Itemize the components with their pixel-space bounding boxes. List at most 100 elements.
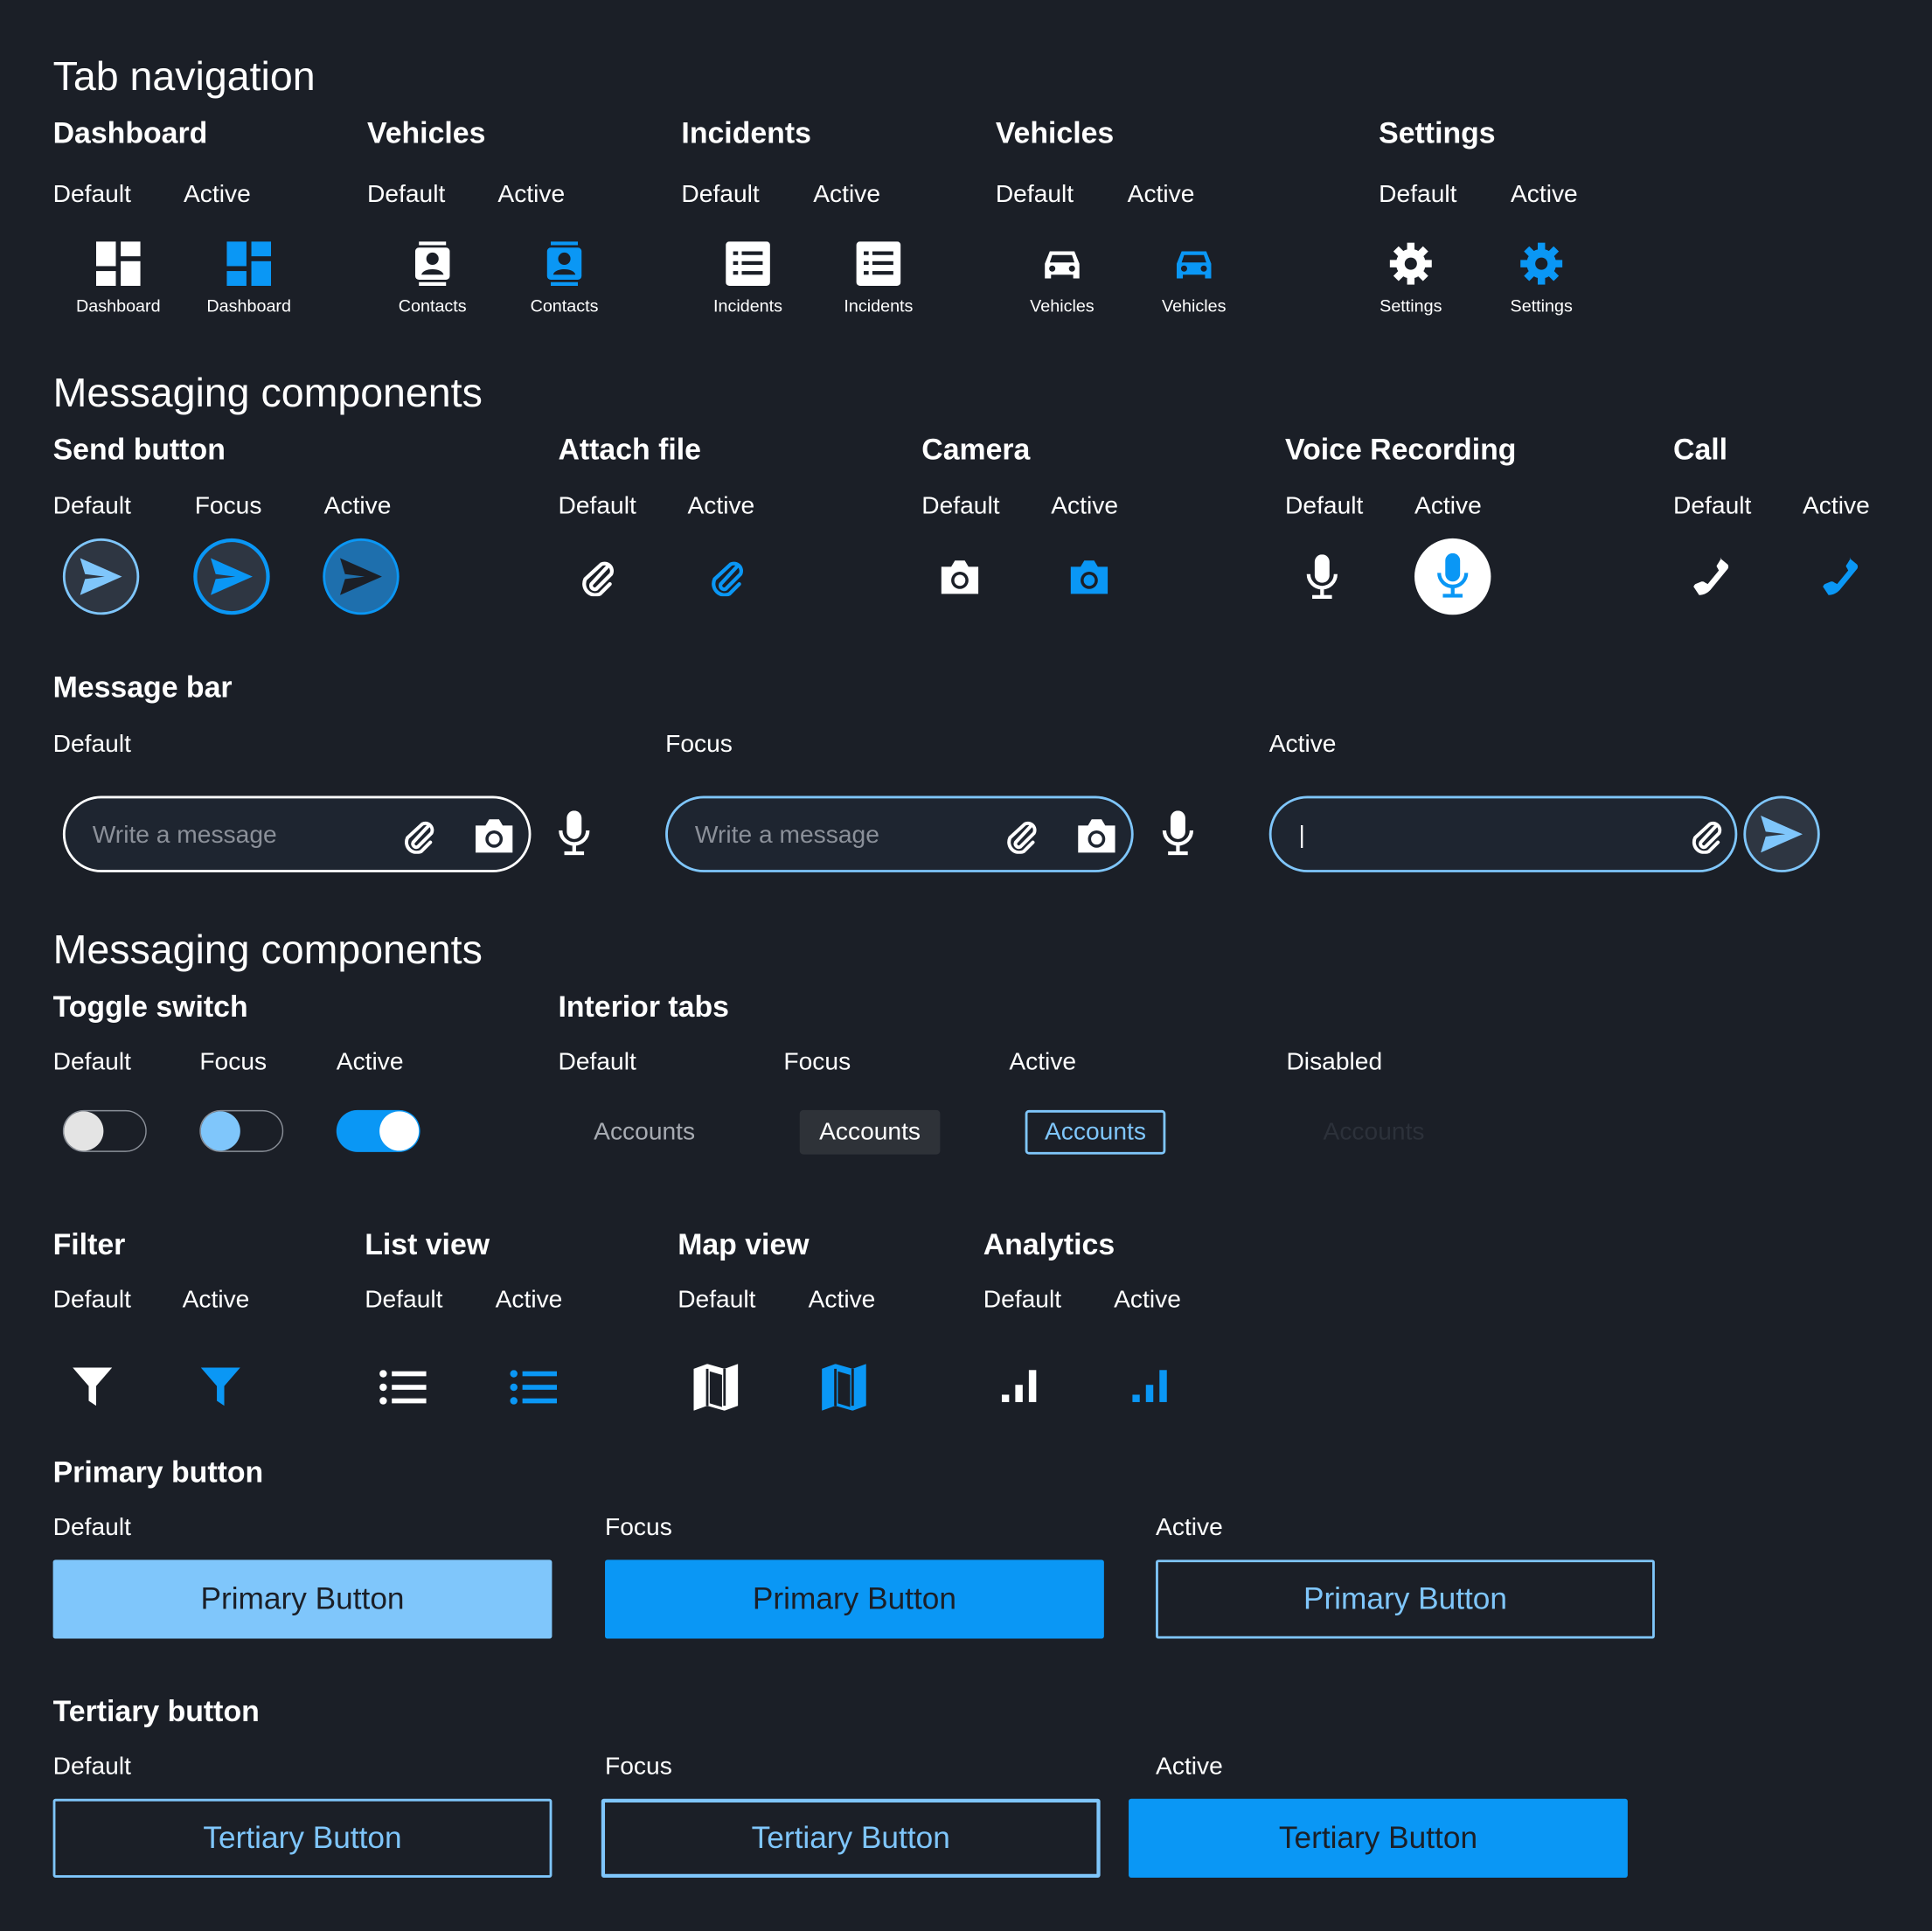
messaging-components-heading: Messaging components — [52, 369, 483, 415]
tab-incidents-default[interactable]: Incidents — [686, 241, 810, 328]
state-label-focus: Focus — [194, 492, 262, 520]
style-guide-canvas: Tab navigation Dashboard Vehicles Incide… — [0, 0, 1932, 1931]
attach-button-active[interactable] — [706, 557, 748, 599]
state-label-default: Default — [1379, 181, 1457, 209]
microphone-icon[interactable] — [557, 810, 591, 858]
microphone-icon — [1437, 552, 1469, 598]
camera-button-default[interactable] — [936, 557, 983, 599]
tab-dashboard-default[interactable]: Dashboard — [57, 241, 180, 328]
tertiary-button-title: Tertiary button — [52, 1695, 260, 1729]
dashboard-icon — [95, 241, 141, 286]
attach-file-title: Attach file — [558, 434, 701, 468]
state-label-active: Active — [687, 492, 755, 520]
state-label-active: Active — [1414, 492, 1482, 520]
state-label-active: Active — [497, 181, 566, 209]
tab-vehicles-active[interactable]: Vehicles — [1132, 241, 1255, 328]
gear-icon — [1520, 242, 1563, 285]
state-label-default: Default — [995, 181, 1074, 209]
primary-button-active[interactable]: Primary Button — [1156, 1559, 1655, 1639]
message-input-value: | — [1298, 822, 1305, 850]
phone-icon — [1823, 558, 1859, 595]
tab-caption: Settings — [1510, 295, 1573, 316]
state-label-default: Default — [1673, 492, 1752, 520]
car-icon — [1045, 251, 1080, 279]
state-label-active: Active — [182, 1286, 250, 1314]
list-icon[interactable] — [379, 1370, 427, 1405]
contacts-icon — [546, 241, 582, 286]
call-button-default[interactable] — [1688, 554, 1733, 599]
send-icon — [211, 558, 253, 595]
camera-icon[interactable] — [1074, 818, 1119, 855]
state-label-active: Active — [1127, 181, 1195, 209]
send-button[interactable] — [1743, 795, 1820, 872]
state-label-default: Default — [52, 1753, 131, 1781]
analytics-icon[interactable] — [1001, 1367, 1041, 1404]
tertiary-button-focus[interactable]: Tertiary Button — [601, 1798, 1101, 1878]
message-input-active[interactable]: | — [1268, 795, 1738, 872]
map-icon[interactable] — [693, 1364, 739, 1411]
interior-tab-active[interactable]: Accounts — [1025, 1109, 1166, 1155]
message-input-focus[interactable]: Write a message — [665, 795, 1134, 872]
primary-button-title: Primary button — [52, 1455, 264, 1490]
voice-record-button-active[interactable] — [1414, 538, 1491, 615]
phone-icon — [1693, 558, 1729, 595]
camera-icon — [1070, 560, 1108, 594]
toggle-switch-active[interactable] — [336, 1109, 420, 1152]
group-title-dashboard: Dashboard — [52, 116, 208, 150]
group-title-vehicles: Vehicles — [367, 116, 486, 150]
tab-settings-active[interactable]: Settings — [1480, 241, 1603, 328]
interior-tab-default[interactable]: Accounts — [574, 1110, 715, 1155]
microphone-icon[interactable] — [1161, 810, 1195, 858]
state-label-default: Default — [52, 181, 131, 209]
tab-caption: Vehicles — [1161, 295, 1227, 316]
tertiary-button-default[interactable]: Tertiary Button — [52, 1798, 552, 1878]
tab-contacts-active[interactable]: Contacts — [503, 241, 626, 328]
state-label-active: Active — [1009, 1048, 1077, 1076]
car-icon — [1177, 251, 1212, 279]
send-button-focus[interactable] — [193, 538, 270, 615]
toggle-switch-default[interactable] — [62, 1109, 147, 1152]
incidents-icon — [726, 241, 770, 286]
state-label-active: Active — [495, 1286, 563, 1314]
interior-tab-focus[interactable]: Accounts — [799, 1109, 941, 1155]
contacts-icon — [414, 241, 450, 286]
tab-dashboard-active[interactable]: Dashboard — [187, 241, 310, 328]
tab-vehicles-default[interactable]: Vehicles — [1000, 241, 1123, 328]
call-button-active[interactable] — [1817, 554, 1862, 599]
camera-icon[interactable] — [472, 818, 517, 855]
voice-record-button-default[interactable] — [1301, 554, 1343, 601]
filter-icon[interactable] — [73, 1367, 113, 1407]
state-label-disabled: Disabled — [1286, 1048, 1383, 1076]
message-input-default[interactable]: Write a message — [62, 795, 532, 872]
message-placeholder: Write a message — [92, 822, 277, 850]
filter-icon[interactable] — [200, 1367, 240, 1407]
analytics-icon[interactable] — [1132, 1367, 1171, 1404]
tertiary-button-active[interactable]: Tertiary Button — [1129, 1798, 1628, 1878]
state-label-active: Active — [1156, 1514, 1223, 1542]
state-label-active: Active — [808, 1286, 876, 1314]
camera-button-active[interactable] — [1066, 557, 1113, 599]
gear-icon — [1389, 242, 1432, 285]
toggle-switch-focus[interactable] — [199, 1109, 284, 1152]
paperclip-icon — [712, 561, 743, 597]
send-button-active[interactable] — [323, 538, 400, 615]
tab-contacts-default[interactable]: Contacts — [371, 241, 494, 328]
primary-button-default[interactable]: Primary Button — [52, 1559, 552, 1639]
paperclip-icon[interactable] — [1691, 819, 1723, 854]
list-view-title: List view — [365, 1228, 490, 1262]
tab-settings-default[interactable]: Settings — [1349, 241, 1472, 328]
paperclip-icon[interactable] — [403, 819, 435, 854]
analytics-title: Analytics — [983, 1228, 1115, 1262]
state-label-active: Active — [1114, 1286, 1181, 1314]
attach-button-default[interactable] — [577, 557, 619, 599]
send-button-default[interactable] — [62, 538, 140, 615]
state-label-active: Active — [1268, 730, 1337, 758]
map-icon[interactable] — [822, 1364, 866, 1411]
paperclip-icon[interactable] — [1005, 819, 1038, 854]
state-label-default: Default — [52, 1286, 131, 1314]
primary-button-focus[interactable]: Primary Button — [605, 1559, 1104, 1639]
tab-incidents-active[interactable]: Incidents — [817, 241, 940, 328]
state-label-active: Active — [323, 492, 392, 520]
list-icon[interactable] — [510, 1370, 558, 1405]
send-button-title: Send button — [52, 434, 226, 468]
